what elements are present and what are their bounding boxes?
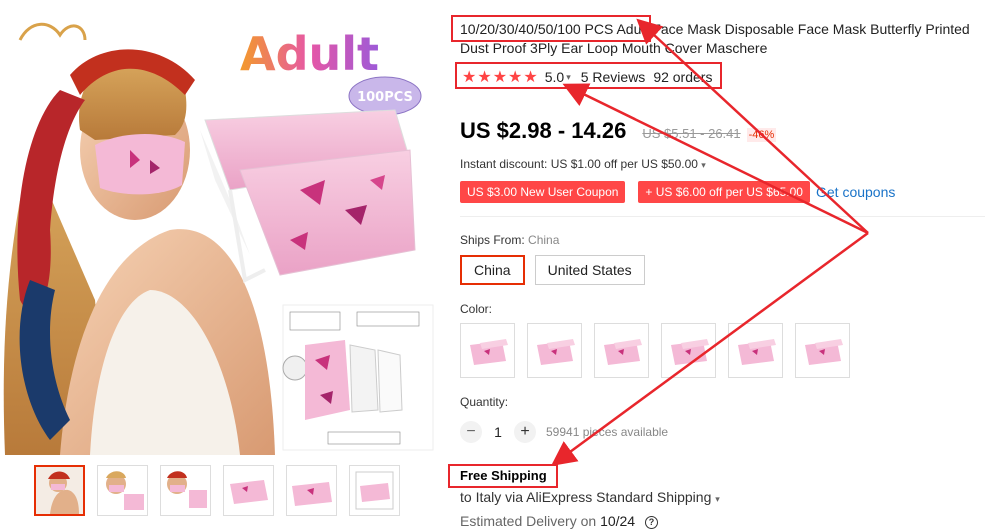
quantity-value[interactable]: 1 xyxy=(482,424,514,440)
ship-option-united-states[interactable]: United States xyxy=(534,255,645,285)
divider xyxy=(460,216,985,217)
adult-badge-text: Adult xyxy=(240,27,379,81)
main-product-image[interactable]: Adult 100PCS xyxy=(0,0,440,455)
pcs-badge-text: 100PCS xyxy=(357,90,413,105)
store-coupon[interactable]: + US $6.00 off per US $65.00 xyxy=(638,181,810,203)
estimated-delivery-date: 10/24 xyxy=(600,513,636,529)
orders-count: 92 orders xyxy=(653,69,713,85)
thumbnail-6[interactable] xyxy=(349,465,400,516)
thumbnail-5[interactable] xyxy=(286,465,337,516)
ships-from-options: China United States xyxy=(460,255,645,285)
get-coupons-link[interactable]: Get coupons xyxy=(816,184,895,200)
instant-discount[interactable]: Instant discount: US $1.00 off per US $5… xyxy=(460,157,706,171)
ship-option-china[interactable]: China xyxy=(460,255,525,285)
color-swatch-2[interactable] xyxy=(527,323,582,378)
instant-discount-text: Instant discount: US $1.00 off per US $5… xyxy=(460,157,698,171)
estimated-delivery-label: Estimated Delivery on xyxy=(460,513,597,529)
quantity-stepper: − 1 + 59941 pieces available xyxy=(460,421,668,443)
chevron-down-icon[interactable]: ▾ xyxy=(701,160,706,170)
price-row: US $2.98 - 14.26 US $5.51 - 26.41 -46% xyxy=(460,118,777,144)
help-icon[interactable]: ? xyxy=(645,516,658,529)
plus-icon[interactable]: + xyxy=(514,421,536,443)
original-price: US $5.51 - 26.41 xyxy=(642,126,741,141)
pieces-available: 59941 pieces available xyxy=(546,425,669,439)
free-shipping-label: Free Shipping xyxy=(460,468,547,483)
ships-from-label: Ships From: China xyxy=(460,233,559,247)
color-swatch-5[interactable] xyxy=(728,323,783,378)
color-swatch-3[interactable] xyxy=(594,323,649,378)
star-icon: ★★★★★ xyxy=(462,69,539,86)
color-label: Color: xyxy=(460,302,493,316)
ships-from-title: Ships From: xyxy=(460,233,525,247)
rating-score[interactable]: 5.0 xyxy=(545,69,564,85)
current-price: US $2.98 - 14.26 xyxy=(460,118,627,143)
reviews-link[interactable]: 5 Reviews xyxy=(581,69,646,85)
color-swatch-6[interactable] xyxy=(795,323,850,378)
thumbnail-4[interactable] xyxy=(223,465,274,516)
chevron-down-icon[interactable]: ▾ xyxy=(715,494,720,504)
rating-row: ★★★★★ 5.0 ▾ 5 Reviews 92 orders xyxy=(462,67,712,87)
color-swatch-4[interactable] xyxy=(661,323,716,378)
shipping-destination[interactable]: to Italy via AliExpress Standard Shippin… xyxy=(460,489,720,505)
product-title: 10/20/30/40/50/100 PCS Adult Face Mask D… xyxy=(460,21,970,56)
discount-badge: -46% xyxy=(746,128,777,142)
color-swatches xyxy=(460,323,850,378)
thumbnail-3[interactable] xyxy=(160,465,211,516)
estimated-delivery: Estimated Delivery on 10/24 ? xyxy=(460,513,658,529)
shipping-destination-text: to Italy via AliExpress Standard Shippin… xyxy=(460,489,712,505)
thumbnail-1[interactable] xyxy=(34,465,85,516)
minus-icon[interactable]: − xyxy=(460,421,482,443)
color-swatch-1[interactable] xyxy=(460,323,515,378)
quantity-label: Quantity: xyxy=(460,395,509,409)
coupon-row: US $3.00 New User Coupon + US $6.00 off … xyxy=(460,181,895,203)
chevron-down-icon[interactable]: ▾ xyxy=(566,72,571,83)
new-user-coupon[interactable]: US $3.00 New User Coupon xyxy=(460,181,626,203)
ships-from-value: China xyxy=(528,233,560,247)
thumbnail-2[interactable] xyxy=(97,465,148,516)
thumbnail-strip xyxy=(34,465,400,516)
